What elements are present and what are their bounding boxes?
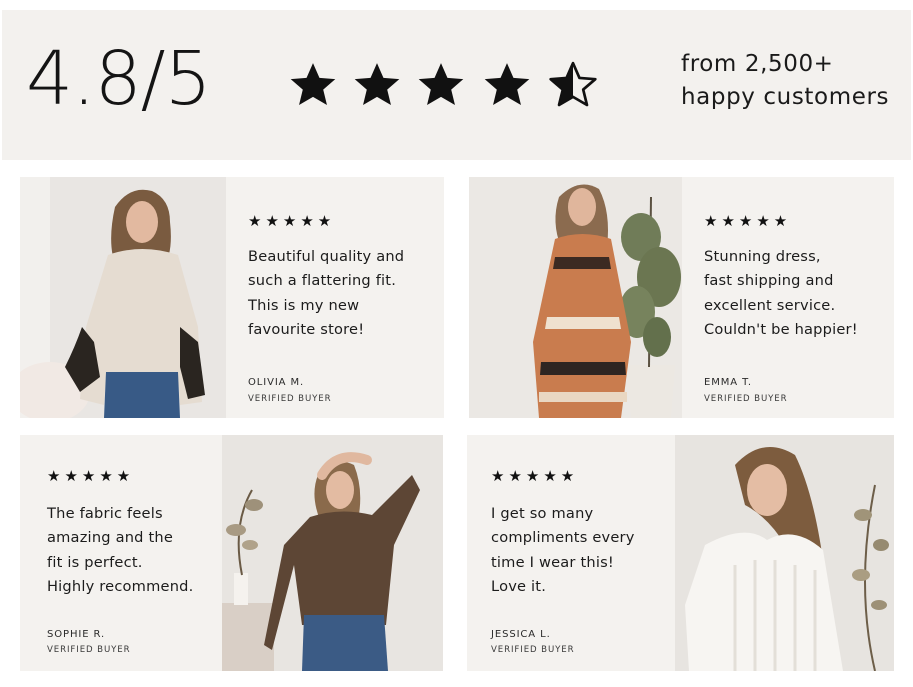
customer-count-line2: happy customers <box>681 84 890 110</box>
reviewer-name: EMMA T. <box>704 377 752 388</box>
review-content: ★★★★★ Stunning dress, fast shipping and … <box>682 177 894 418</box>
customer-photo <box>469 177 682 418</box>
review-content: ★★★★★ The fabric feels amazing and the f… <box>20 435 222 671</box>
star-half-icon <box>549 61 597 107</box>
review-card: ★★★★★ The fabric feels amazing and the f… <box>20 435 443 671</box>
verified-buyer-badge: VERIFIED BUYER <box>704 394 788 404</box>
review-text: I get so many compliments every time I w… <box>491 505 635 595</box>
review-content: ★★★★★ I get so many compliments every ti… <box>467 435 675 671</box>
review-stars: ★★★★★ <box>248 213 336 230</box>
reviewer-name: OLIVIA M. <box>248 377 305 388</box>
review-stars: ★★★★★ <box>491 468 579 485</box>
star-full-icon <box>484 63 530 105</box>
customer-count: from 2,500+ happy customers <box>681 48 911 114</box>
star-full-icon <box>290 63 336 105</box>
star-full-icon <box>354 63 400 105</box>
verified-buyer-badge: VERIFIED BUYER <box>491 645 575 655</box>
reviewer-name: SOPHIE R. <box>47 629 106 640</box>
verified-buyer-badge: VERIFIED BUYER <box>248 394 332 404</box>
customer-photo <box>20 177 226 418</box>
review-text: Beautiful quality and such a flattering … <box>248 248 405 338</box>
customer-photo <box>222 435 443 671</box>
customer-photo <box>675 435 894 671</box>
review-card: ★★★★★ Beautiful quality and such a flatt… <box>20 177 444 418</box>
review-stars: ★★★★★ <box>704 213 792 230</box>
star-full-icon <box>418 63 464 105</box>
average-score: 4.8/5 <box>26 36 212 122</box>
reviewer-name: JESSICA L. <box>491 629 551 640</box>
customer-count-line1: from 2,500+ <box>681 51 834 77</box>
verified-buyer-badge: VERIFIED BUYER <box>47 645 131 655</box>
review-text: Stunning dress, fast shipping and excell… <box>704 248 858 338</box>
review-card: ★★★★★ I get so many compliments every ti… <box>467 435 894 671</box>
review-stars: ★★★★★ <box>47 468 135 485</box>
review-content: ★★★★★ Beautiful quality and such a flatt… <box>226 177 444 418</box>
review-card: ★★★★★ Stunning dress, fast shipping and … <box>469 177 894 418</box>
review-text: The fabric feels amazing and the fit is … <box>47 505 194 595</box>
